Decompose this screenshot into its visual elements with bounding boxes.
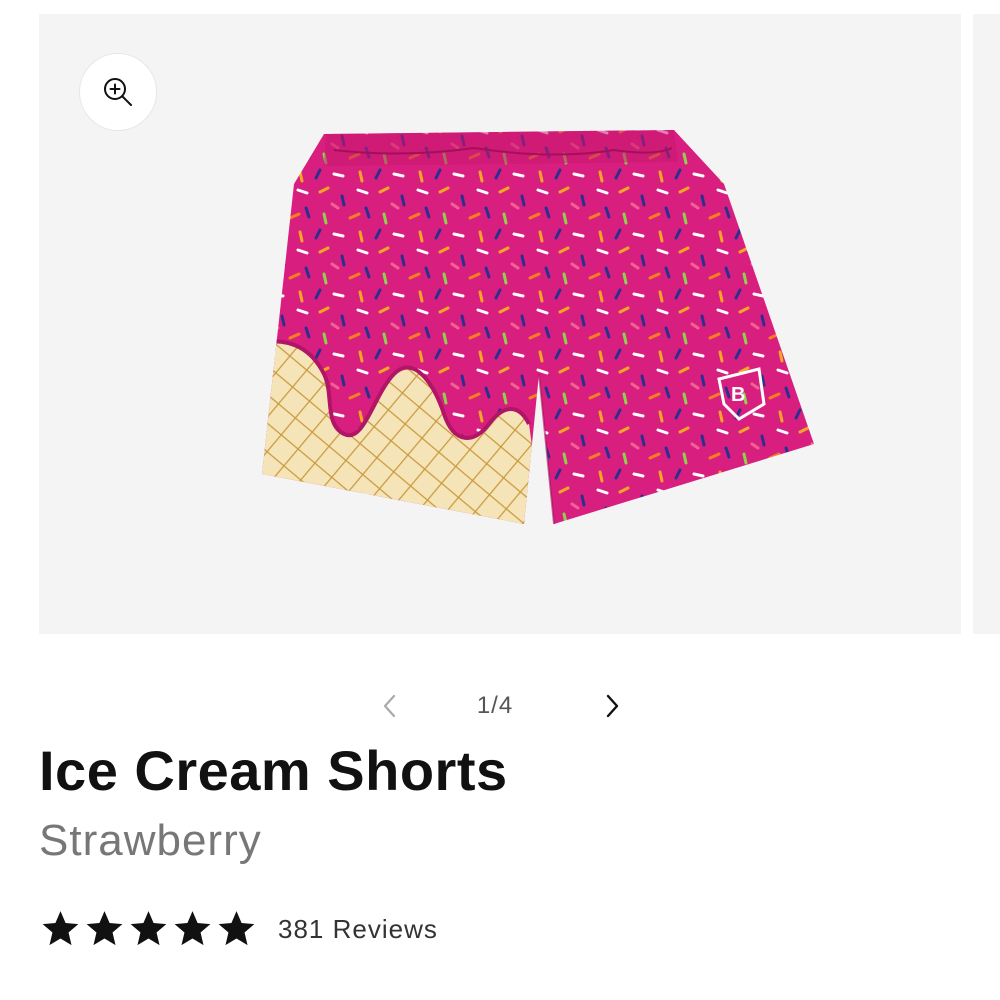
zoom-button[interactable] (79, 53, 157, 131)
svg-text:B: B (731, 384, 745, 406)
star-icon (174, 911, 211, 946)
star-icon (130, 911, 167, 946)
slider-navigation: 1/4 (370, 684, 630, 728)
star-icon (86, 911, 123, 946)
product-rating[interactable]: 381 Reviews (39, 905, 438, 953)
next-slide-peek[interactable] (973, 14, 1000, 634)
product-title: Ice Cream Shorts (39, 739, 508, 802)
star-rating (39, 908, 258, 950)
slide-counter: 1/4 (476, 692, 514, 719)
product-page: B 1/4 Ice Cream Shorts Strawberry 381 Re… (0, 0, 1000, 1000)
star-icon (42, 911, 79, 946)
zoom-in-icon (104, 78, 132, 106)
next-slide-button[interactable] (594, 688, 630, 724)
product-variant: Strawberry (39, 816, 262, 865)
reviews-link[interactable]: 381 Reviews (278, 914, 438, 945)
star-icon (218, 911, 255, 946)
previous-slide-button[interactable] (372, 688, 408, 724)
product-image-slide[interactable]: B (39, 14, 961, 634)
chevron-left-icon (383, 694, 396, 718)
chevron-right-icon (606, 694, 619, 718)
product-image[interactable]: B (254, 124, 829, 534)
